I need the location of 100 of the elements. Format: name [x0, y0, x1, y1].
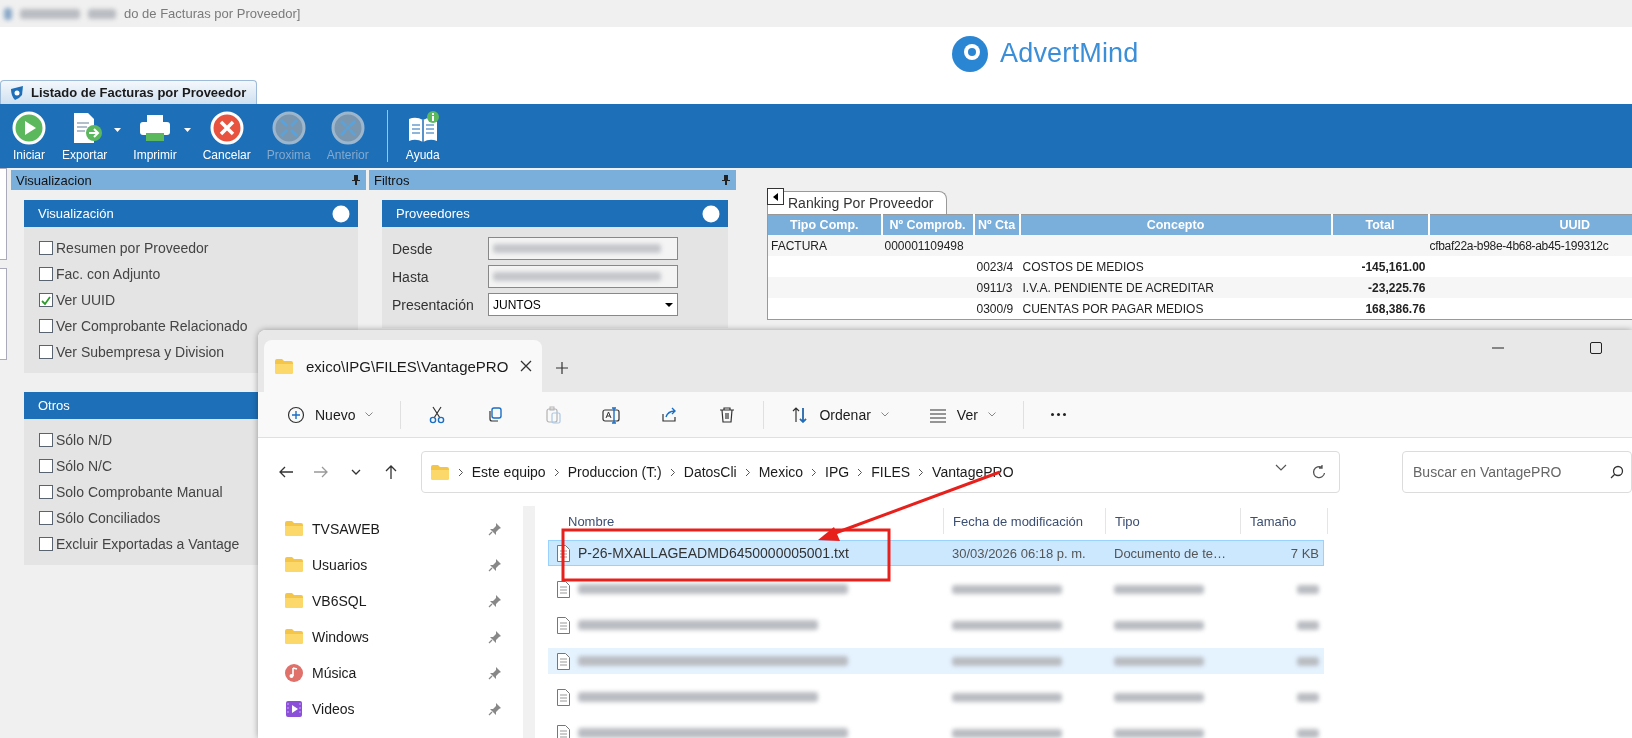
checkbox[interactable]	[39, 319, 53, 333]
checkbox[interactable]	[39, 293, 53, 307]
option-label: Ver UUID	[56, 292, 116, 308]
checkbox[interactable]	[39, 267, 53, 281]
checkbox[interactable]	[39, 345, 53, 359]
dropdown-field[interactable]: JUNTOS	[488, 293, 678, 316]
column-header[interactable]: Fecha de modificación	[943, 508, 1105, 534]
column-header[interactable]: Tipo	[1105, 508, 1240, 534]
report-tab[interactable]: Ranking Por Proveedor	[767, 191, 947, 214]
sidebar-item[interactable]: Videos	[284, 696, 520, 721]
chevron-right-icon	[457, 467, 464, 477]
table-cell: -145,161.00	[1361, 259, 1426, 274]
chevron-right-icon	[811, 467, 818, 477]
checkbox[interactable]	[39, 241, 53, 255]
group-title: Otros	[38, 398, 70, 413]
toolbar-button[interactable]: Exportar	[56, 104, 124, 168]
redacted-text	[1297, 656, 1319, 666]
close-icon[interactable]	[520, 360, 533, 372]
collapse-button-icon[interactable]	[332, 204, 350, 223]
refresh-icon[interactable]	[1311, 464, 1327, 480]
window-title: do de Facturas por Proveedor]	[124, 6, 301, 21]
column-header[interactable]: Tamaño	[1240, 508, 1328, 534]
scroll-left-button[interactable]	[767, 188, 784, 205]
checkbox[interactable]	[39, 459, 53, 473]
pin-icon	[488, 629, 502, 644]
input-field[interactable]	[488, 265, 678, 288]
command-button[interactable]: Ver	[911, 399, 1013, 430]
breadcrumb[interactable]: IPG	[825, 462, 850, 482]
toolbar-button[interactable]: Cancelar	[196, 104, 257, 168]
folder-icon	[274, 356, 294, 376]
new-tab-icon[interactable]	[556, 362, 569, 374]
chevron-down-icon[interactable]	[1275, 464, 1287, 472]
option-label: Sólo Conciliados	[56, 510, 161, 526]
sidebar-item[interactable]: Usuarios	[284, 552, 520, 577]
command-button[interactable]: Ordenar	[774, 399, 906, 430]
rename-icon	[602, 405, 621, 424]
search-field[interactable]: Buscar en VantagePRO	[1402, 451, 1632, 493]
table-cell: I.V.A. PENDIENTE DE ACREDITAR	[1022, 280, 1214, 295]
share-icon	[660, 405, 679, 424]
document-tab[interactable]: Listado de Facturas por Proveedor	[0, 80, 258, 104]
breadcrumb[interactable]: Mexico	[758, 462, 804, 482]
command-button[interactable]: Nuevo	[270, 399, 391, 430]
pin-icon[interactable]	[352, 175, 360, 185]
chevron-down-icon	[880, 412, 889, 417]
option-label: Ver Comprobante Relacionado	[56, 318, 248, 334]
checkbox[interactable]	[39, 485, 53, 499]
redacted-text	[1297, 584, 1319, 594]
file-row[interactable]: P-26-MXALLAGEADMD6450000005001.txt 30/03/2026 06:18 p. m. Documento de te… 7 KB	[548, 540, 1324, 566]
option-label: Sólo N/D	[56, 432, 113, 448]
panel-title: Filtros	[374, 172, 410, 188]
checkbox[interactable]	[39, 537, 53, 551]
table-cell: cfbaf22a-b98e-4b68-ab45-199312c	[1429, 238, 1609, 253]
redacted-text	[1297, 728, 1319, 738]
sidebar-item[interactable]: Música	[284, 660, 520, 685]
more-icon	[1050, 413, 1066, 416]
breadcrumb[interactable]: FILES	[871, 462, 911, 482]
table-cell: COSTOS DE MEDIOS	[1022, 259, 1144, 274]
text-file-icon	[557, 580, 570, 598]
search-icon	[1610, 465, 1624, 479]
sidebar-item[interactable]: VB6SQL	[284, 588, 520, 613]
folder-icon	[284, 554, 304, 575]
option-label: Sólo N/C	[56, 458, 113, 474]
explorer-tab[interactable]: exico\IPG\FILES\VantagePRO	[264, 340, 543, 392]
group-title: Proveedores	[396, 206, 470, 221]
checkbox[interactable]	[39, 511, 53, 525]
breadcrumb[interactable]: Este equipo	[471, 462, 546, 482]
folder-icon	[284, 518, 304, 539]
copy-icon	[486, 405, 505, 424]
breadcrumb[interactable]: Produccion (T:)	[567, 462, 662, 482]
paste-icon	[544, 405, 563, 424]
column-header[interactable]: Nombre	[548, 508, 943, 534]
collapse-button-icon[interactable]	[702, 204, 720, 223]
logo-text: AdvertMind	[1000, 38, 1139, 69]
redacted-text	[1297, 692, 1319, 702]
input-field[interactable]	[488, 237, 678, 260]
pin-icon	[488, 593, 502, 608]
table-cell: 168,386.76	[1365, 301, 1426, 316]
table-cell: 0911/3	[976, 280, 1013, 295]
toolbar-button[interactable]: Ayuda	[399, 104, 446, 168]
toolbar-button[interactable]: Iniciar	[6, 104, 52, 168]
sidebar-item[interactable]: Windows	[284, 624, 520, 649]
maximize-icon[interactable]	[1590, 342, 1602, 354]
chevron-right-icon	[553, 467, 560, 477]
option-label: Fac. con Adjunto	[56, 266, 161, 282]
trash-icon	[718, 405, 737, 424]
redacted-text	[20, 8, 80, 19]
option-label: Resumen por Proveedor	[56, 240, 209, 256]
address-bar[interactable]: Este equipo Produccion (T:) DatosCli Mexico IPG FILES VantagePRO	[420, 451, 1340, 493]
sidebar-item[interactable]: TVSAWEB	[284, 516, 520, 541]
chevron-right-icon	[744, 467, 751, 477]
pin-icon[interactable]	[722, 175, 730, 185]
cut-icon	[428, 405, 447, 424]
option-label: Solo Comprobante Manual	[56, 484, 223, 500]
arrows-in-icon	[330, 110, 365, 145]
folder-icon	[284, 590, 304, 611]
checkbox[interactable]	[39, 433, 53, 447]
breadcrumb[interactable]: VantagePRO	[932, 462, 1014, 482]
breadcrumb[interactable]: DatosCli	[683, 462, 737, 482]
text-file-icon	[557, 652, 570, 670]
toolbar-button[interactable]: Imprimir	[127, 104, 193, 168]
